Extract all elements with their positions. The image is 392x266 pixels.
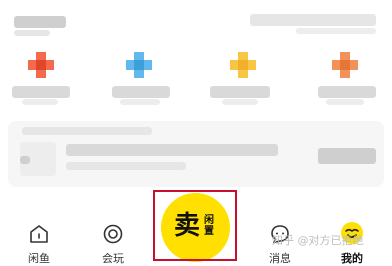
shortcut-label-3 xyxy=(210,86,270,98)
shortcut-label-2 xyxy=(112,86,170,98)
home-icon xyxy=(30,225,48,243)
tab-play[interactable]: 会玩 xyxy=(83,220,143,265)
shortcut-label-3-sub xyxy=(222,99,258,105)
blurred-card-thumb-mark xyxy=(20,156,30,164)
shortcut-label-1 xyxy=(12,86,70,98)
blurred-header-right xyxy=(250,14,376,26)
shortcut-icon-2[interactable] xyxy=(126,52,152,78)
blurred-card-header xyxy=(22,127,152,135)
blurred-card-title xyxy=(66,144,278,156)
circle-icon xyxy=(103,224,123,244)
shortcut-label-4 xyxy=(318,86,376,98)
shortcut-label-4-sub xyxy=(326,99,364,105)
shortcut-label-1-sub xyxy=(22,99,58,105)
blurred-card-desc xyxy=(66,162,186,170)
shortcut-icon-4[interactable] xyxy=(332,52,358,78)
blurred-card-action[interactable] xyxy=(318,148,376,164)
blurred-title xyxy=(14,16,66,28)
blurred-subtitle xyxy=(14,30,50,36)
tab-home[interactable]: 闲鱼 xyxy=(9,220,69,265)
watermark: 知乎 @对方已拒绝 xyxy=(272,234,364,247)
blurred-header-right-sub xyxy=(296,28,376,34)
shortcut-label-2-sub xyxy=(120,99,160,105)
shortcut-icon-3[interactable] xyxy=(230,52,256,78)
shortcut-icon-1[interactable] xyxy=(28,52,54,78)
highlight-box xyxy=(153,190,237,261)
